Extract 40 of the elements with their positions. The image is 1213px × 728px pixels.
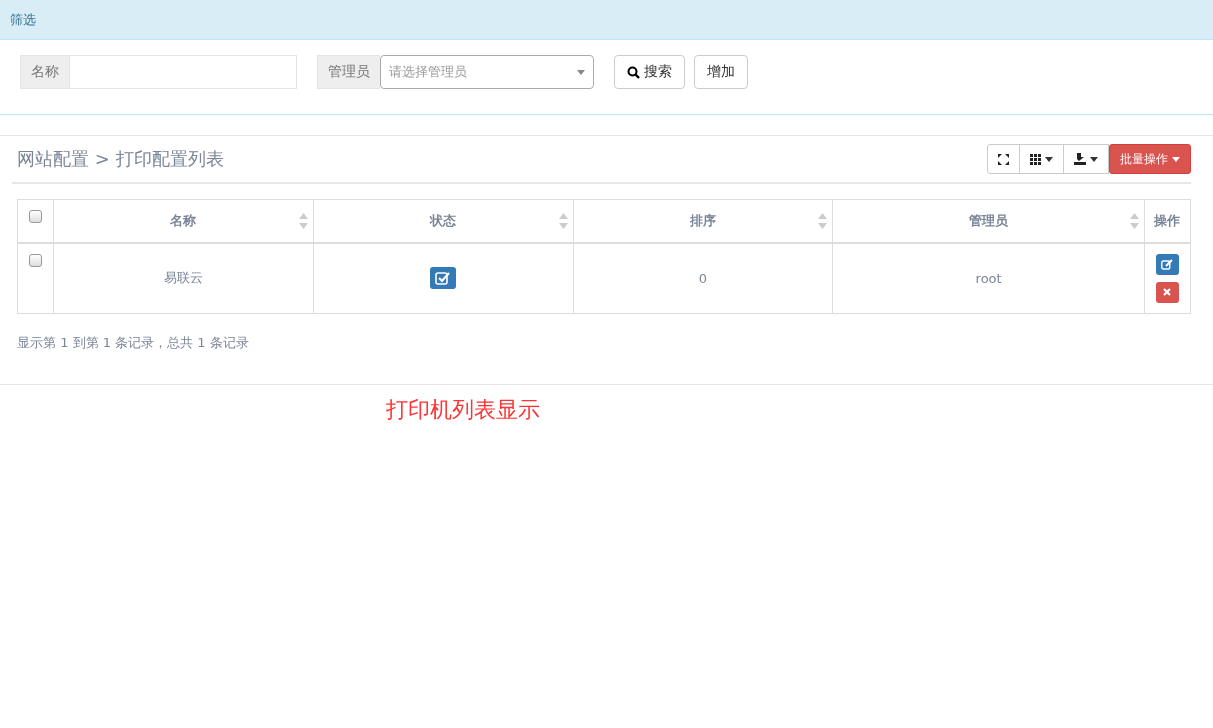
add-button[interactable]: 增加 (694, 55, 748, 89)
delete-button[interactable] (1156, 281, 1179, 303)
edit-icon (1161, 258, 1174, 270)
grid-icon (1030, 153, 1041, 165)
columns-button[interactable] (1019, 144, 1064, 174)
column-header: 状态 (430, 212, 457, 228)
caret-icon (577, 69, 585, 75)
caret-icon (1090, 156, 1098, 162)
breadcrumb: 网站配置 > 打印配置列表 (17, 147, 224, 171)
table-cell: 0 (698, 270, 707, 286)
search-icon (627, 65, 640, 79)
annotation-text: 打印机列表显示 (386, 397, 540, 422)
checkbox[interactable] (29, 210, 42, 223)
sort-icon (818, 213, 828, 229)
fullscreen-button[interactable] (987, 144, 1020, 174)
export-icon (1074, 153, 1086, 165)
table-cell: root (975, 270, 1002, 286)
batch-button[interactable]: 批量操作 (1109, 144, 1191, 174)
close-icon (1163, 288, 1172, 297)
checkbox[interactable] (29, 253, 42, 267)
export-button[interactable] (1063, 144, 1109, 174)
status-check-icon[interactable] (430, 267, 457, 290)
sort-icon (1130, 213, 1139, 229)
expand-icon (998, 153, 1009, 165)
column-header: 名称 (170, 212, 197, 228)
caret-icon (1045, 156, 1053, 162)
search-button[interactable]: 搜索 (614, 55, 685, 89)
field-label: 名称 (20, 55, 69, 89)
edit-button[interactable] (1156, 253, 1179, 275)
pagination-info: 显示第 1 到第 1 条记录，总共 1 条记录 (17, 335, 249, 350)
caret-icon (1172, 156, 1180, 162)
sort-icon (298, 213, 308, 229)
table-cell: 易联云 (163, 270, 203, 286)
name-input[interactable] (69, 55, 297, 89)
field-label: 管理员 (317, 55, 380, 89)
sort-icon (558, 213, 568, 229)
column-header: 排序 (689, 212, 716, 228)
column-header: 管理员 (969, 212, 1009, 228)
column-header: 操作 (1154, 212, 1181, 228)
panel-title: 筛选 (10, 10, 36, 29)
